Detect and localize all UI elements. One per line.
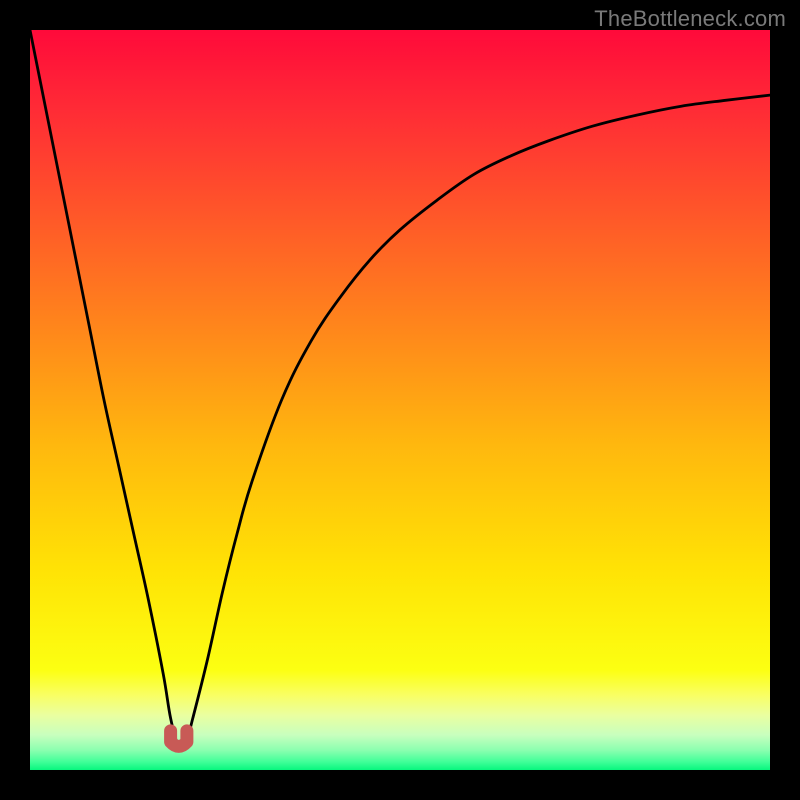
optimum-marker xyxy=(171,731,187,747)
curve-path xyxy=(30,30,770,748)
plot-area xyxy=(30,30,770,770)
watermark-text: TheBottleneck.com xyxy=(594,6,786,32)
bottleneck-curve xyxy=(30,30,770,770)
chart-frame: TheBottleneck.com xyxy=(0,0,800,800)
